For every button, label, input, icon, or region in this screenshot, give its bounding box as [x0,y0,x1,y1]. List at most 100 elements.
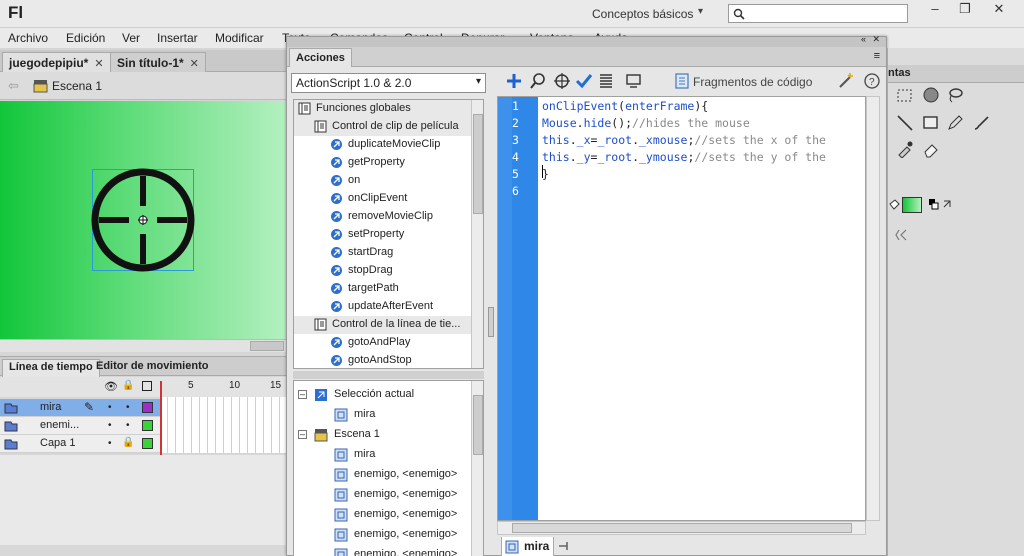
code-line[interactable]: this._x=_root._xmouse;//sets the x of th… [542,133,826,147]
workspace-selector[interactable]: Conceptos básicos [592,7,693,21]
timeline-frames[interactable] [160,397,286,453]
toolbox-item[interactable]: setProperty [294,226,472,244]
code-snippets-button[interactable]: Fragmentos de código [693,75,812,89]
eye-icon[interactable]: 👁 [104,380,118,393]
restore-button[interactable]: ❐ [948,0,982,20]
code-line[interactable]: this._y=_root._ymouse;//sets the y of th… [542,150,826,164]
visibility-dot[interactable]: • [108,438,112,449]
menu-modificar[interactable]: Modificar [215,31,264,45]
layer-color-swatch[interactable] [142,438,153,449]
navigator-item[interactable]: enemigo, <enemigo> [294,545,470,556]
back-arrow-icon[interactable]: ⇦ [8,78,19,94]
toolbox-item[interactable]: updateAfterEvent [294,298,472,316]
collapse-toggle-icon[interactable]: – [298,390,307,399]
toolbox-folder[interactable]: Control de la línea de tie... [294,316,472,334]
expand-panel-icon[interactable] [894,228,912,242]
fill-bucket-icon[interactable] [888,198,900,212]
script-assist-icon[interactable] [837,72,855,90]
script-tab-mira[interactable]: mira [501,537,555,556]
subselection-icon[interactable] [896,88,914,104]
auto-format-icon[interactable] [597,72,615,90]
navigator-item[interactable]: mira [294,445,470,465]
toolbox-item[interactable]: stopDrag [294,262,472,280]
scene-label[interactable]: Escena 1 [52,79,102,93]
code-line[interactable]: Mouse.hide();//hides the mouse [542,116,750,130]
toolbox-item[interactable]: targetPath [294,280,472,298]
close-icon[interactable]: ✕ [190,58,199,70]
timeline-controls[interactable] [0,545,286,556]
navigator-item[interactable]: enemigo, <enemigo> [294,505,470,525]
actionscript-version-select[interactable]: ActionScript 1.0 & 2.0 ▾ [291,73,486,93]
navigator-item[interactable]: enemigo, <enemigo> [294,525,470,545]
collapse-handle[interactable] [488,307,494,337]
toolbox-splitter[interactable] [293,371,484,379]
line-tool-icon[interactable] [896,114,914,132]
layer-color-swatch[interactable] [142,420,153,431]
tab-tools[interactable]: ntas [888,65,1024,83]
check-syntax-icon[interactable] [575,72,593,90]
chevron-down-icon[interactable]: ▾ [698,6,703,17]
toolbox-item[interactable]: removeMovieClip [294,208,472,226]
layer-row-capa-1[interactable]: Capa 1 • 🔒 [0,435,160,453]
close-icon[interactable]: ✕ [94,58,103,70]
crosshair-symbol[interactable] [89,166,197,274]
editor-horizontal-scrollbar[interactable] [497,521,866,535]
scrollbar-thumb[interactable] [473,114,483,214]
layer-name[interactable]: mira [40,401,61,413]
lasso-icon[interactable] [946,86,964,104]
target-path-icon[interactable] [553,72,571,90]
fill-color-swatch[interactable] [902,197,922,213]
code-line[interactable]: onClipEvent(enterFrame){ [542,99,708,113]
navigator-section[interactable]: – Selección actual [294,385,470,405]
toolbox-scrollbar[interactable] [471,100,483,368]
visibility-dot[interactable]: • [108,402,112,413]
help-icon[interactable]: ? [863,72,881,90]
3d-rotation-icon[interactable] [922,86,940,104]
menu-edicion[interactable]: Edición [66,31,105,45]
toolbox-item[interactable]: gotoAndStop [294,352,472,368]
layer-name[interactable]: Capa 1 [40,437,75,449]
panel-title-bar[interactable]: « ✕ [287,34,886,47]
eyedropper-tool-icon[interactable] [896,140,914,158]
add-statement-icon[interactable] [505,72,523,90]
search-input[interactable] [728,4,908,23]
script-editor[interactable]: 1 onClipEvent(enterFrame){2 Mouse.hide();/… [497,96,866,521]
toolbox-item[interactable]: onClipEvent [294,190,472,208]
scrollbar-thumb[interactable] [512,523,852,533]
collapse-toggle-icon[interactable]: – [298,430,307,439]
pencil-tool-icon[interactable] [946,114,964,132]
scrollbar-thumb[interactable] [473,395,483,455]
layer-row-mira[interactable]: mira ✎ • • [0,399,160,417]
minimize-button[interactable]: – [918,0,952,20]
toolbox-item[interactable]: startDrag [294,244,472,262]
toolbox-item[interactable]: gotoAndPlay [294,334,472,352]
lock-dot[interactable]: • [126,402,130,413]
lock-dot[interactable]: • [126,420,130,431]
toolbox-item[interactable]: getProperty [294,154,472,172]
visibility-dot[interactable]: • [108,420,112,431]
navigator-item[interactable]: enemigo, <enemigo> [294,485,470,505]
doc-tab-juegodepipiu[interactable]: juegodepipiu* ✕ [2,52,111,72]
lock-icon[interactable]: 🔒 [122,437,134,448]
layer-name[interactable]: enemi... [40,419,79,431]
scrollbar-thumb[interactable] [250,341,284,351]
lock-icon[interactable]: 🔒 [122,380,134,391]
outline-icon[interactable] [142,381,152,391]
code-snippets-icon[interactable] [673,72,691,90]
navigator-item[interactable]: mira [294,405,470,425]
stage-horizontal-scrollbar[interactable] [0,339,286,352]
code-line[interactable]: } [542,167,549,181]
find-icon[interactable] [529,72,547,90]
code-hint-icon[interactable] [625,72,643,90]
brush-tool-icon[interactable] [972,114,990,132]
toolbox-item[interactable]: duplicateMovieClip [294,136,472,154]
panel-menu-icon[interactable]: ≡ [874,50,880,62]
close-icon[interactable]: ✕ [872,34,880,45]
menu-ver[interactable]: Ver [122,31,140,45]
tab-actions[interactable]: Acciones [289,48,352,67]
tab-timeline[interactable]: Línea de tiempo [2,359,100,377]
navigator-scrollbar[interactable] [471,381,483,556]
tab-motion-editor[interactable]: Editor de movimiento [90,359,214,373]
toolbox-folder[interactable]: Funciones globales [294,100,472,118]
layer-row-enemigo[interactable]: enemi... • • [0,417,160,435]
